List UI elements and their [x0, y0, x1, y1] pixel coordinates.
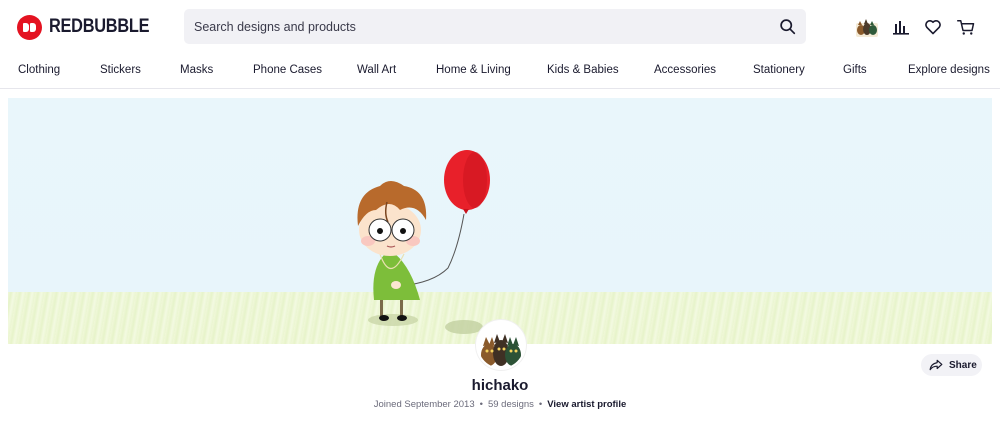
- nav-item-accessories[interactable]: Accessories: [654, 64, 716, 76]
- artist-meta: Joined September 2013 • 59 designs • View ar…: [0, 399, 1000, 410]
- artist-name: hichako: [471, 377, 529, 394]
- artist-cover-banner: [8, 98, 992, 344]
- nav-item-stickers[interactable]: Stickers: [100, 64, 141, 76]
- view-artist-profile-link[interactable]: View artist profile: [547, 399, 626, 410]
- stats-icon[interactable]: [891, 17, 911, 37]
- separator-dot: •: [538, 399, 543, 410]
- cart-icon[interactable]: [956, 17, 976, 37]
- share-icon: [929, 359, 943, 371]
- logo-text: REDBUBBLE: [49, 16, 150, 37]
- category-nav: Clothing Stickers Masks Phone Cases Wall…: [0, 53, 1000, 89]
- separator-dot: •: [479, 399, 483, 410]
- banner-illustration: [357, 150, 490, 334]
- nav-item-gifts[interactable]: Gifts: [843, 64, 867, 76]
- design-count: 59 designs: [487, 399, 534, 410]
- share-button[interactable]: Share: [921, 354, 982, 376]
- joined-date: Joined September 2013: [373, 399, 475, 410]
- logo-mark-icon: [17, 14, 42, 40]
- search-bar: [184, 9, 806, 44]
- heart-icon[interactable]: [923, 17, 943, 37]
- nav-item-masks[interactable]: Masks: [180, 64, 213, 76]
- nav-item-clothing[interactable]: Clothing: [18, 64, 60, 76]
- nav-item-stationery[interactable]: Stationery: [753, 64, 805, 76]
- redbubble-logo[interactable]: REDBUBBLE: [17, 14, 166, 40]
- nav-item-home-living[interactable]: Home & Living: [436, 64, 511, 76]
- site-header: REDBUBBLE: [0, 0, 1000, 53]
- nav-item-explore-designs[interactable]: Explore designs: [908, 64, 990, 76]
- nav-item-wall-art[interactable]: Wall Art: [357, 64, 396, 76]
- search-input[interactable]: [184, 9, 764, 44]
- nav-item-kids-babies[interactable]: Kids & Babies: [547, 64, 619, 76]
- artist-avatar[interactable]: [476, 320, 526, 370]
- user-avatar-icon[interactable]: [856, 17, 878, 37]
- nav-item-phone-cases[interactable]: Phone Cases: [253, 64, 322, 76]
- search-icon[interactable]: [779, 18, 796, 35]
- share-label: Share: [949, 359, 977, 371]
